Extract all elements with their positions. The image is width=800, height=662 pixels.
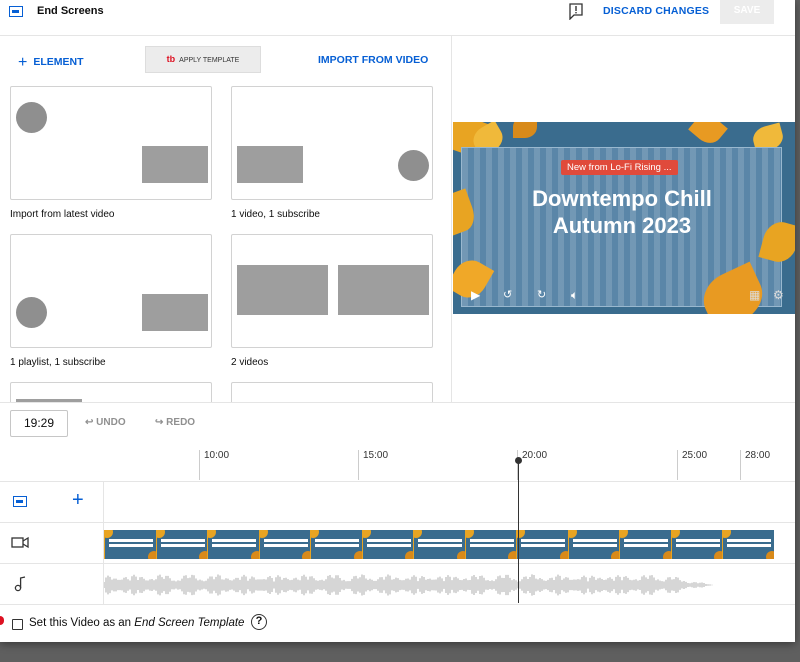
end-screens-dialog: End Screens DISCARD CHANGES SAVE + ELEMEN… — [0, 0, 795, 642]
timeline-tick: 25:00 — [677, 450, 707, 480]
add-element-plus-icon[interactable]: + — [72, 490, 84, 510]
filmstrip-frame — [310, 530, 362, 559]
video-placeholder — [237, 265, 328, 315]
filmstrip-frame — [207, 530, 259, 559]
filmstrip-frame — [567, 530, 620, 559]
tubebuddy-logo-icon: tb — [166, 54, 176, 64]
subscribe-placeholder — [16, 102, 47, 133]
tubebuddy-marker-icon — [0, 616, 4, 625]
save-button[interactable]: SAVE — [720, 0, 774, 24]
template-card[interactable] — [231, 234, 433, 348]
leaf-decoration — [513, 122, 537, 138]
preview-title: Downtempo Chill Autumn 2023 — [532, 186, 712, 238]
dialog-footer: Set this Video as an End Screen Template… — [0, 605, 795, 642]
timeline-tick: 10:00 — [199, 450, 229, 480]
plus-icon: + — [18, 54, 28, 71]
playlist-placeholder — [142, 294, 208, 331]
video-placeholder — [237, 146, 303, 183]
template-label: 1 video, 1 subscribe — [231, 209, 320, 220]
end-screen-template-label[interactable]: Set this Video as an End Screen Template — [29, 617, 244, 629]
timeline-playhead[interactable] — [515, 457, 522, 603]
redo-button[interactable]: ↪ REDO — [155, 417, 195, 428]
template-label: 2 videos — [231, 357, 269, 368]
add-element-button[interactable]: + ELEMENT — [18, 54, 84, 72]
redo-icon: ↪ — [155, 417, 167, 428]
discard-changes-button[interactable]: DISCARD CHANGES — [603, 5, 709, 17]
template-card[interactable] — [10, 86, 212, 200]
undo-icon: ↩ — [85, 417, 97, 428]
forward-10-icon[interactable]: ↻ — [537, 288, 546, 301]
template-card[interactable] — [10, 382, 212, 402]
video-track — [0, 523, 795, 564]
filmstrip-frame — [104, 530, 156, 559]
timeline-tick: 20:00 — [517, 450, 547, 480]
import-from-video-button[interactable]: IMPORT FROM VIDEO — [318, 54, 428, 66]
elements-track: + — [0, 482, 795, 523]
filmstrip-frame — [516, 530, 568, 559]
subscribe-placeholder — [16, 297, 47, 328]
filmstrip-frame — [361, 530, 414, 559]
filmstrip-frame — [722, 530, 774, 559]
filmstrip-frame — [413, 530, 465, 559]
video-camera-icon — [11, 536, 29, 549]
template-label: 1 playlist, 1 subscribe — [10, 357, 106, 368]
end-screen-icon — [13, 496, 27, 507]
timeline-tick: 15:00 — [358, 450, 388, 480]
undo-button[interactable]: ↩ UNDO — [85, 417, 126, 428]
grid-icon[interactable]: ▦ — [749, 288, 760, 302]
subscribe-placeholder — [398, 150, 429, 181]
audio-track — [0, 564, 795, 605]
video-placeholder — [338, 265, 429, 315]
timeline-ruler[interactable]: 10:00 15:00 20:00 25:00 28:00 — [0, 446, 795, 482]
video-filmstrip[interactable] — [104, 530, 774, 559]
rewind-10-icon[interactable]: ↺ — [503, 288, 512, 301]
timeline-toolbar: 19:29 ↩ UNDO ↪ REDO — [0, 402, 795, 446]
leaf-decoration — [688, 122, 728, 149]
video-placeholder — [142, 146, 208, 183]
current-time-input[interactable]: 19:29 — [10, 410, 68, 437]
feedback-icon[interactable] — [569, 3, 583, 20]
volume-icon[interactable]: 🔈︎ — [571, 288, 578, 303]
template-card[interactable] — [10, 234, 212, 348]
template-label: Import from latest video — [10, 209, 115, 220]
play-icon[interactable]: ▶ — [471, 288, 480, 302]
templates-pane: + ELEMENT tb APPLY TEMPLATE IMPORT FROM VI… — [0, 36, 452, 402]
filmstrip-frame — [464, 530, 517, 559]
timeline-tick: 28:00 — [740, 450, 770, 480]
filmstrip-frame — [258, 530, 311, 559]
filmstrip-frame — [155, 530, 208, 559]
filmstrip-frame — [670, 530, 723, 559]
video-preview[interactable]: New from Lo-Fi Rising ... Downtempo Chil… — [453, 122, 795, 314]
help-icon[interactable]: ? — [251, 614, 267, 630]
apply-template-button[interactable]: tb APPLY TEMPLATE — [145, 46, 261, 73]
music-note-icon — [14, 576, 26, 592]
settings-gear-icon[interactable]: ⚙ — [773, 288, 784, 302]
dialog-header: End Screens DISCARD CHANGES SAVE — [0, 0, 795, 36]
end-screen-template-checkbox[interactable] — [12, 619, 23, 630]
preview-badge: New from Lo-Fi Rising ... — [561, 160, 678, 175]
template-card[interactable] — [231, 382, 433, 402]
audio-waveform — [104, 574, 713, 596]
filmstrip-frame — [619, 530, 671, 559]
end-screen-icon — [9, 6, 23, 17]
dialog-title: End Screens — [37, 5, 104, 17]
template-card[interactable] — [231, 86, 433, 200]
